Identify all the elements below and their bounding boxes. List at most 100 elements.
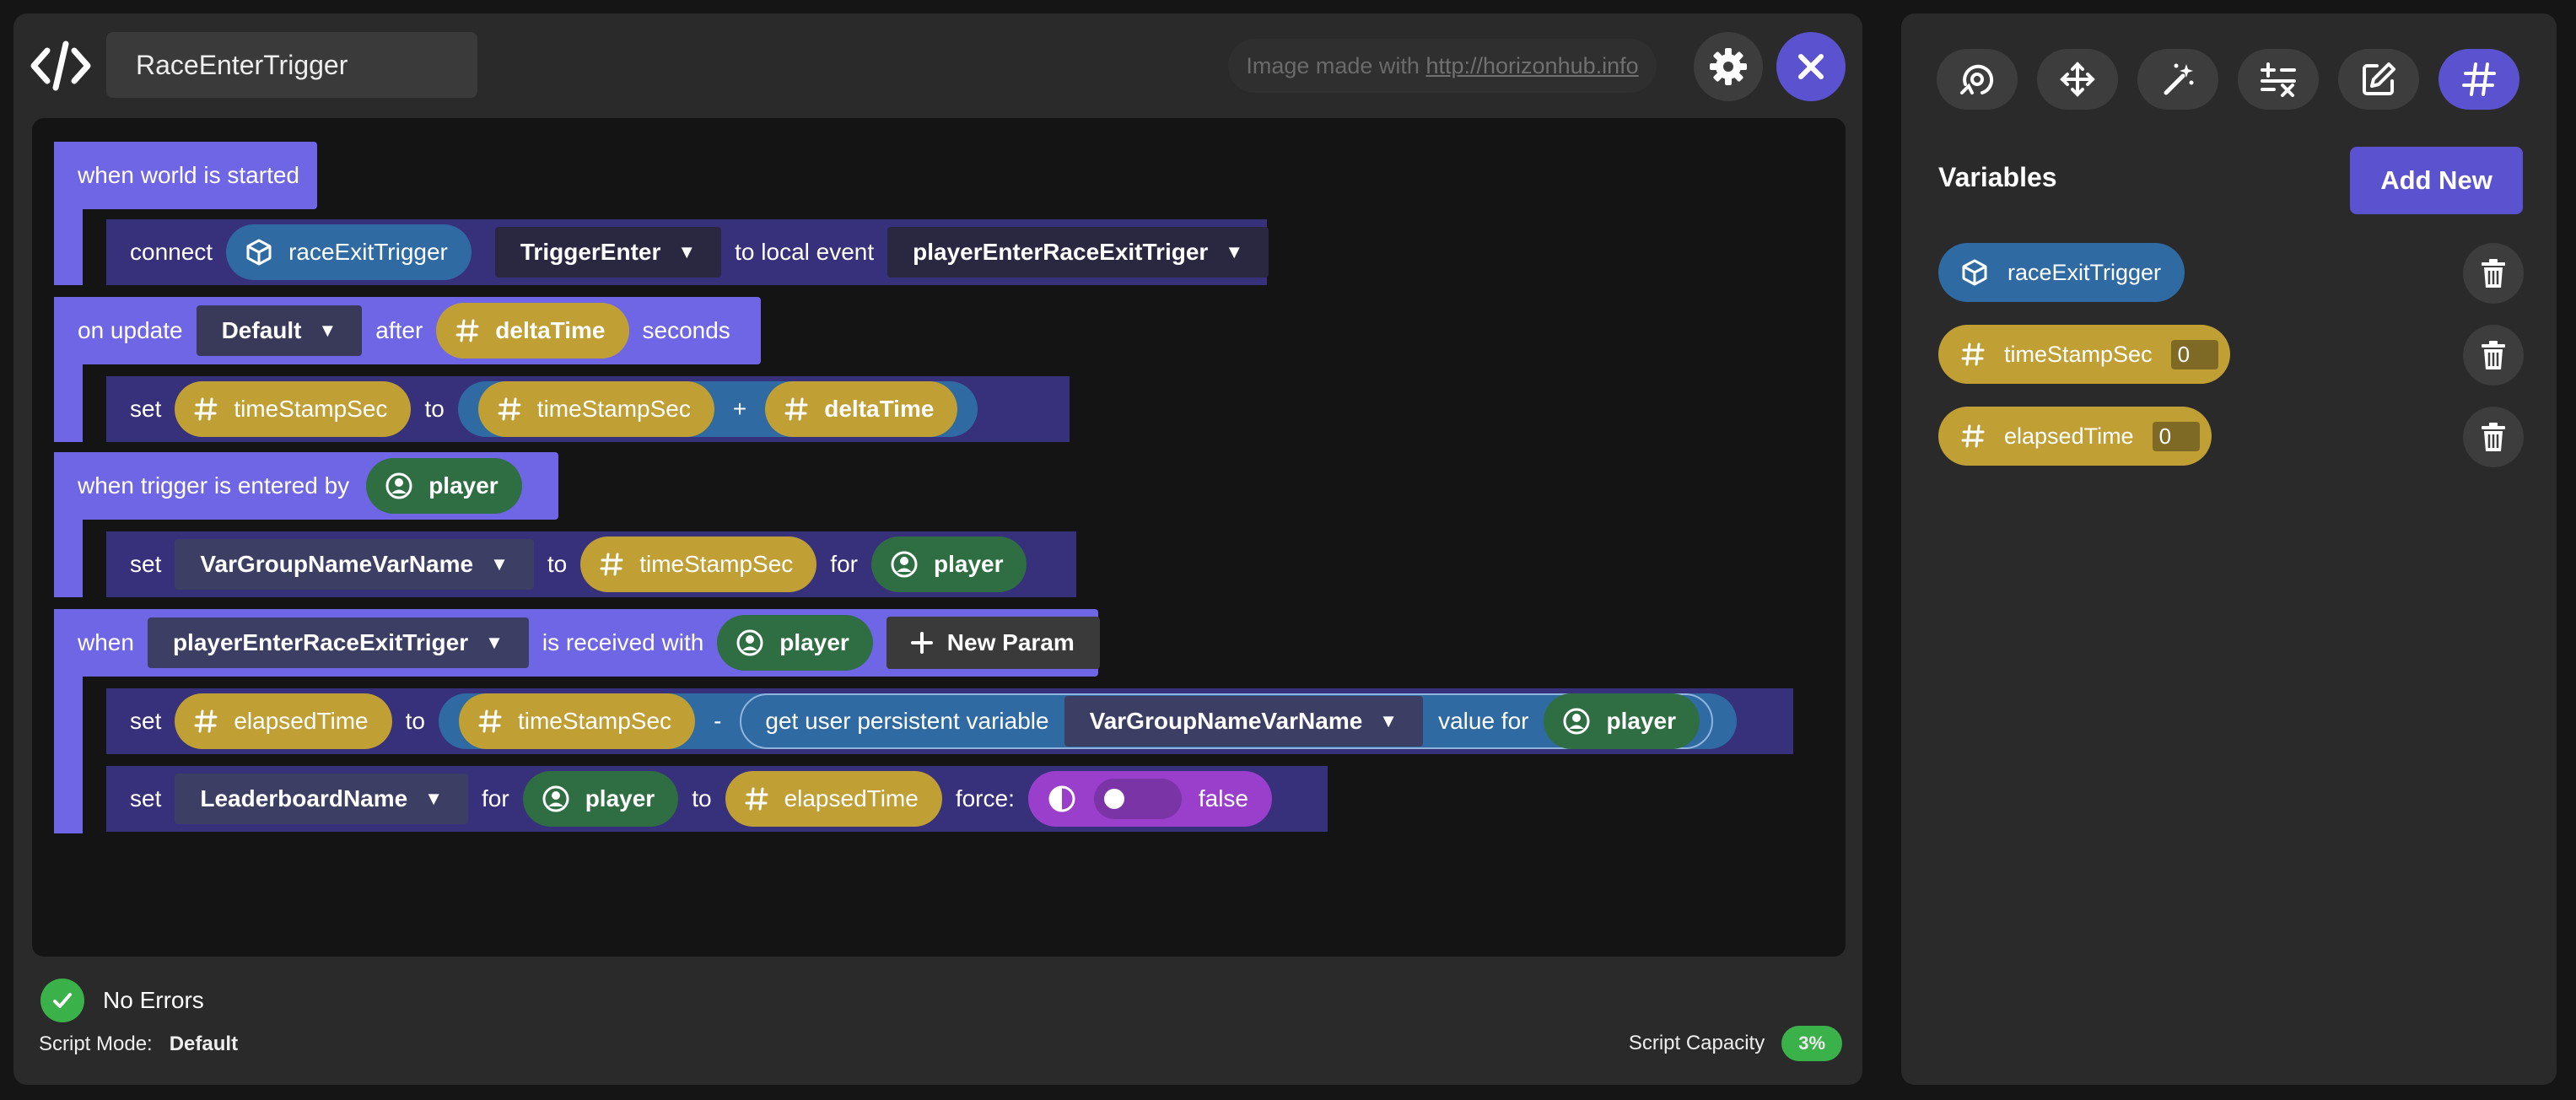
variable-item[interactable]: timeStampSec 0 (1938, 325, 2230, 384)
check-icon (40, 979, 84, 1022)
set-elapsed-statement[interactable]: set elapsedTime to timeStampSec - get us… (106, 688, 1793, 754)
number-variable-pill[interactable]: deltaTime (765, 381, 958, 437)
variable-name: timeStampSec (2004, 341, 2153, 367)
cube-icon (245, 238, 273, 267)
number-variable-pill[interactable]: timeStampSec (175, 381, 412, 437)
new-param-label: New Param (946, 629, 1075, 655)
for-label: for (482, 785, 509, 812)
player-label: player (933, 551, 1004, 577)
watermark-link[interactable]: http://horizonhub.info (1425, 53, 1638, 79)
connect-statement[interactable]: connect raceExitTrigger TriggerEnter ▼ t… (106, 219, 1269, 285)
player-pill[interactable]: player (717, 615, 873, 671)
var-group-dropdown[interactable]: VarGroupNameVarName ▼ (1064, 696, 1424, 747)
player-pill[interactable]: player (870, 537, 1027, 592)
to-label: to (547, 551, 568, 577)
set-persistent-statement[interactable]: set VarGroupNameVarName ▼ to timeStampSe… (106, 531, 1076, 597)
math-tool-button[interactable] (2238, 49, 2319, 110)
edit-tool-button[interactable] (2338, 49, 2419, 110)
when-label: when (78, 629, 134, 655)
delete-variable-button[interactable] (2463, 407, 2524, 467)
subtraction-expression[interactable]: timeStampSec - get user persistent varia… (438, 693, 1737, 749)
variable-name: raceExitTrigger (2007, 259, 2162, 285)
variable-name: elapsedTime (2004, 423, 2134, 449)
chevron-down-icon: ▼ (677, 241, 697, 262)
player-pill[interactable]: player (1544, 693, 1700, 749)
delete-variable-button[interactable] (2463, 243, 2524, 304)
set-statement[interactable]: set timeStampSec to timeStampSec + delta… (106, 376, 1070, 442)
close-button[interactable] (1776, 32, 1846, 101)
local-event-dropdown[interactable]: playerEnterRaceExitTriger ▼ (887, 227, 1269, 278)
event-type-value: TriggerEnter (520, 239, 661, 265)
on-update-hat[interactable]: on update Default ▼ after deltaTime seco… (54, 297, 761, 364)
local-event-value: playerEnterRaceExitTriger (913, 239, 1209, 265)
force-label: force: (955, 785, 1015, 812)
update-mode-value: Default (221, 317, 302, 343)
number-variable-pill[interactable]: timeStampSec (458, 693, 696, 749)
hat-label: when trigger is entered by (78, 472, 350, 499)
player-label: player (1606, 708, 1676, 734)
to-label: to (424, 396, 445, 422)
var-group-dropdown[interactable]: VarGroupNameVarName ▼ (175, 539, 534, 590)
variable-value-input[interactable]: 0 (2152, 421, 2200, 451)
object-variable-pill[interactable]: raceExitTrigger (226, 224, 472, 280)
move-tool-button[interactable] (2037, 49, 2118, 110)
leaderboard-value: LeaderboardName (200, 785, 408, 812)
hash-icon (599, 552, 624, 577)
trash-icon (2479, 339, 2508, 371)
addition-expression[interactable]: timeStampSec + deltaTime (457, 381, 978, 437)
watermark-text: Image made with (1246, 52, 1420, 78)
operator-minus: - (714, 708, 722, 734)
player-pill[interactable]: player (366, 458, 522, 514)
hat-label: when world is started (78, 162, 300, 188)
watermark: Image made with http://horizonhub.info (1228, 39, 1657, 93)
variable-name: elapsedTime (784, 785, 919, 812)
variables-tool-button[interactable] (2439, 49, 2519, 110)
magic-tool-button[interactable] (2137, 49, 2218, 110)
add-new-variable-button[interactable]: Add New (2350, 147, 2523, 214)
update-mode-dropdown[interactable]: Default ▼ (196, 305, 363, 356)
chevron-down-icon: ▼ (318, 320, 337, 341)
number-variable-pill[interactable]: elapsedTime (175, 693, 392, 749)
variable-value-input[interactable]: 0 (2170, 339, 2218, 369)
number-variable-pill[interactable]: elapsedTime (725, 771, 942, 827)
chevron-down-icon: ▼ (490, 553, 509, 574)
event-value: playerEnterRaceExitTriger (172, 629, 469, 655)
rotate-tool-button[interactable] (1937, 49, 2018, 110)
delete-variable-button[interactable] (2463, 325, 2524, 386)
variable-item[interactable]: elapsedTime 0 (1938, 407, 2212, 466)
world-started-hat[interactable]: when world is started (54, 142, 317, 209)
set-leaderboard-statement[interactable]: set LeaderboardName ▼ for player to elap… (106, 766, 1328, 832)
object-name: raceExitTrigger (288, 239, 448, 265)
var-group-value: VarGroupNameVarName (200, 551, 474, 577)
leaderboard-dropdown[interactable]: LeaderboardName ▼ (175, 774, 469, 824)
event-type-dropdown[interactable]: TriggerEnter ▼ (494, 227, 722, 278)
trigger-entered-hat[interactable]: when trigger is entered by player (54, 452, 558, 520)
player-pill[interactable]: player (522, 771, 679, 827)
script-mode-label: Script Mode: (39, 1033, 153, 1055)
code-canvas[interactable]: when world is started connect raceExitTr… (32, 118, 1846, 957)
hash-icon (744, 786, 769, 812)
number-variable-pill[interactable]: timeStampSec (477, 381, 714, 437)
received-label: is received with (542, 629, 704, 655)
move-icon (2059, 61, 2096, 98)
script-mode: Script Mode: Default (39, 1033, 238, 1056)
event-received-hat[interactable]: when playerEnterRaceExitTriger ▼ is rece… (54, 609, 1100, 677)
boolean-toggle[interactable] (1093, 779, 1182, 819)
boolean-value: false (1198, 785, 1249, 812)
number-variable-pill[interactable]: deltaTime (436, 303, 629, 359)
variable-item[interactable]: raceExitTrigger (1938, 243, 2185, 302)
settings-button[interactable] (1694, 32, 1763, 101)
number-variable-pill[interactable]: timeStampSec (580, 537, 817, 592)
close-icon (1794, 50, 1828, 84)
event-dropdown[interactable]: playerEnterRaceExitTriger ▼ (147, 617, 529, 668)
player-label: player (779, 629, 849, 655)
rotate-icon (1957, 59, 1997, 100)
boolean-pill[interactable]: false (1027, 771, 1273, 827)
script-mode-value: Default (169, 1033, 239, 1055)
hash-icon (477, 709, 503, 734)
operator-plus: + (732, 396, 747, 422)
seconds-label: seconds (642, 317, 730, 343)
new-param-button[interactable]: New Param (886, 617, 1100, 669)
get-persistent-variable-expression[interactable]: get user persistent variable VarGroupNam… (740, 693, 1713, 749)
script-name-input[interactable]: RaceEnterTrigger (106, 32, 477, 98)
